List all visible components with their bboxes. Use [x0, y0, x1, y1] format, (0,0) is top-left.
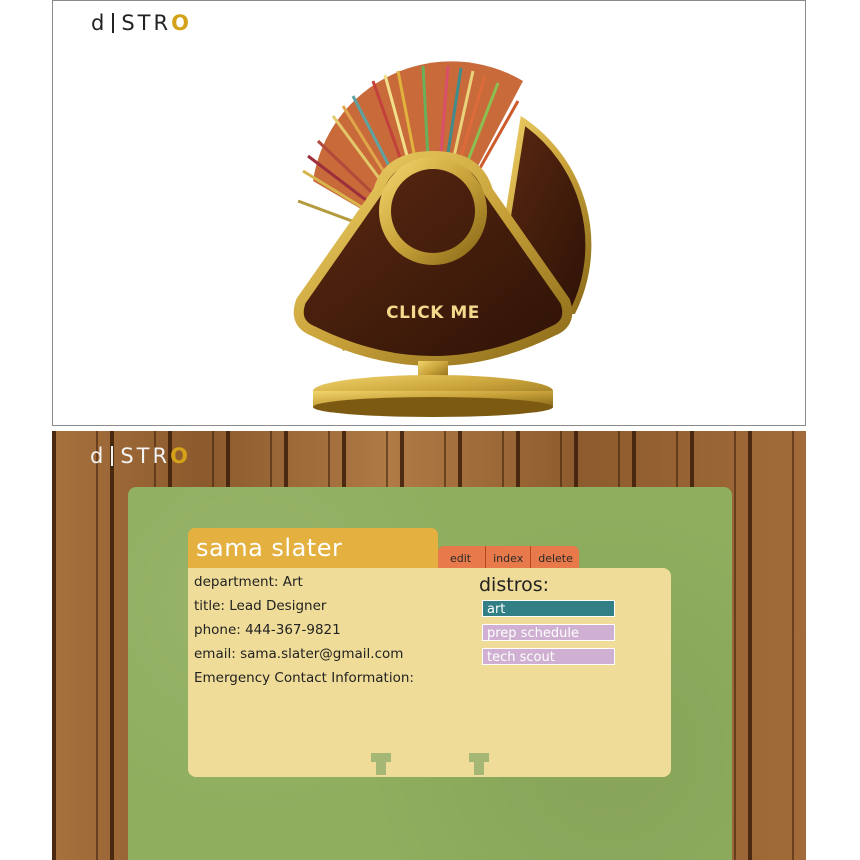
logo-d: d — [90, 444, 107, 468]
distro-prep-schedule[interactable]: prep schedule — [482, 624, 615, 641]
email-field: email: sama.slater@gmail.com — [194, 646, 404, 662]
logo-bar — [111, 446, 114, 466]
phone-field: phone: 444-367-9821 — [194, 622, 341, 638]
distro-art[interactable]: art — [482, 600, 615, 617]
card-clip-right — [469, 753, 489, 775]
emergency-contact-field: Emergency Contact Information: — [194, 670, 414, 686]
department-field: department: Art — [194, 574, 303, 590]
splash-panel: d STRO CLICK ME — [52, 0, 806, 426]
distro-tech-scout[interactable]: tech scout — [482, 648, 615, 665]
logo-str: STR — [121, 11, 172, 35]
logo-bottom[interactable]: d STRO — [90, 444, 191, 468]
delete-tab[interactable]: delete — [530, 546, 579, 570]
logo-d: d — [91, 11, 108, 35]
card-action-tabs: edit index delete — [438, 546, 579, 570]
index-tab[interactable]: index — [485, 546, 531, 570]
logo-str: STR — [120, 444, 171, 468]
edit-tab[interactable]: edit — [438, 546, 486, 570]
card-clip-left — [371, 753, 391, 775]
logo-o: O — [170, 444, 191, 468]
contact-name: sama slater — [196, 534, 343, 562]
logo-o: O — [171, 11, 192, 35]
rolodex-image[interactable] — [273, 61, 593, 417]
logo-bar — [112, 13, 115, 33]
wood-background: d STRO sama slater edit index delete depa… — [52, 431, 806, 860]
distros-heading: distros: — [479, 574, 550, 596]
title-field: title: Lead Designer — [194, 598, 327, 614]
contact-name-tab: sama slater — [188, 528, 438, 570]
contact-card: department: Art title: Lead Designer pho… — [188, 568, 671, 777]
logo[interactable]: d STRO — [91, 11, 192, 35]
click-me-label[interactable]: CLICK ME — [383, 303, 483, 323]
